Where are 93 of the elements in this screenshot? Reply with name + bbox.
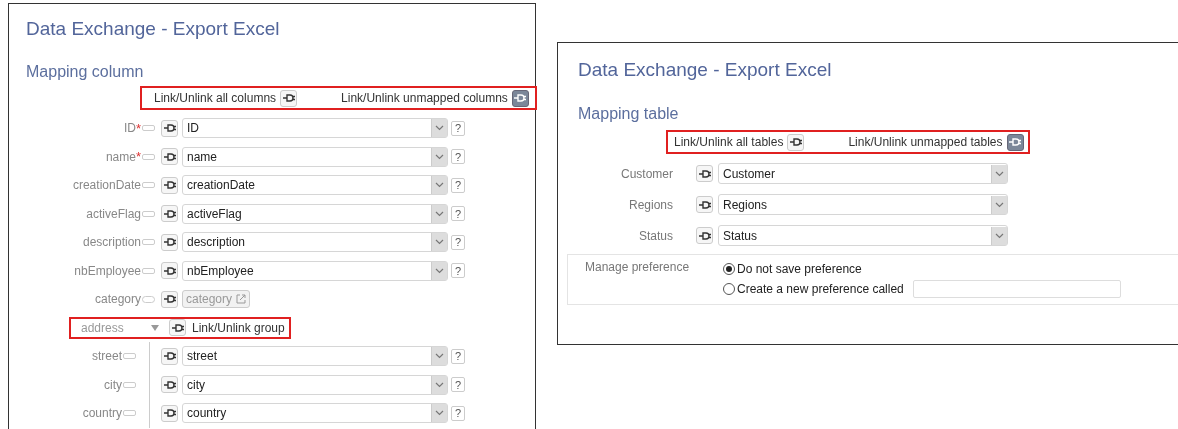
external-link-icon (236, 294, 247, 305)
caret-icon (431, 119, 447, 138)
expand-icon[interactable] (151, 324, 159, 331)
required-mark: * (135, 149, 141, 165)
column-select[interactable]: ID (182, 118, 448, 139)
help-button[interactable]: ? (451, 206, 465, 222)
table-select[interactable]: Status (718, 225, 1008, 246)
help-button[interactable]: ? (451, 234, 465, 250)
caret-icon (431, 347, 447, 366)
caret-icon (431, 204, 447, 223)
column-select[interactable]: street (182, 346, 448, 367)
tag-icon (123, 410, 136, 417)
field-label: category (94, 292, 141, 307)
help-button[interactable]: ? (451, 177, 465, 193)
tag-icon (142, 125, 155, 132)
plug-icon (282, 93, 295, 103)
plug-icon (698, 230, 711, 241)
plug-icon (163, 351, 176, 362)
caret-icon (991, 226, 1007, 245)
tag-icon (123, 353, 136, 360)
help-button[interactable]: ? (451, 405, 465, 421)
table-label: Customer (620, 166, 673, 181)
caret-icon (431, 261, 447, 280)
tag-icon (142, 267, 155, 274)
column-select[interactable]: nbEmployee (182, 260, 448, 281)
table-label: Status (637, 228, 673, 243)
plug-icon (163, 180, 176, 191)
field-label: description (82, 235, 141, 250)
tag-icon (142, 210, 155, 217)
plug-icon (163, 237, 176, 248)
plug-icon (163, 265, 176, 276)
tag-icon (142, 239, 155, 246)
field-label: nbEmployee (74, 263, 141, 278)
tag-icon (142, 182, 155, 189)
plug-icon (1009, 137, 1021, 147)
required-mark: * (135, 120, 141, 136)
field-label: ID (123, 121, 136, 136)
plug-icon (163, 294, 176, 305)
column-select[interactable]: country (182, 403, 448, 424)
plug-icon (698, 199, 711, 210)
field-label: street (92, 349, 122, 364)
panel-title: Data Exchange - Export Excel (26, 18, 281, 40)
field-label: creationDate (72, 178, 141, 193)
plug-icon (789, 137, 802, 147)
field-label: city (104, 377, 122, 392)
section-title: Mapping table (578, 105, 680, 123)
panel-title: Data Exchange - Export Excel (578, 59, 833, 81)
toolbar-label: Link/Unlink unmapped tables (848, 135, 1003, 149)
caret-icon (431, 375, 447, 394)
section-title: Mapping column (26, 63, 145, 81)
group-label: address (81, 320, 125, 335)
preference-name-field[interactable] (912, 280, 1121, 298)
caret-icon (431, 176, 447, 195)
help-button[interactable]: ? (451, 120, 465, 136)
plug-icon (698, 168, 711, 179)
table-select[interactable]: Customer (718, 163, 1008, 184)
toolbar-label: Link/Unlink unmapped columns (341, 91, 508, 105)
field-label: name (105, 149, 136, 164)
caret-icon (431, 233, 447, 252)
caret-icon (991, 164, 1007, 183)
radio-label: Create a new preference called (737, 282, 904, 296)
plug-button[interactable] (511, 89, 529, 107)
column-select[interactable]: creationDate (182, 175, 448, 196)
group-action-label: Link/Unlink group (192, 320, 285, 335)
plug-icon (163, 379, 176, 390)
plug-icon (163, 151, 176, 162)
help-button[interactable]: ? (451, 263, 465, 279)
plug-icon (514, 93, 527, 103)
tag-icon (142, 153, 155, 160)
field-label: activeFlag (86, 206, 141, 221)
help-button[interactable]: ? (451, 377, 465, 393)
plug-button[interactable] (1006, 133, 1024, 151)
column-select[interactable]: name (182, 146, 448, 167)
plug-icon (163, 208, 176, 219)
tag-icon (123, 381, 136, 388)
caret-icon (431, 147, 447, 166)
plug-icon (163, 408, 176, 419)
table-select[interactable]: Regions (718, 194, 1008, 215)
preference-label: Manage preference (585, 260, 691, 276)
caret-icon (431, 404, 447, 423)
plug-icon (163, 123, 176, 134)
field-label: country (82, 406, 122, 421)
caret-icon (991, 195, 1007, 214)
help-button[interactable]: ? (451, 348, 465, 364)
toolbar-label: Link/Unlink all tables (674, 135, 784, 149)
radio-label: Do not save preference (737, 262, 862, 276)
toolbar-label: Link/Unlink all columns (154, 91, 277, 105)
help-button[interactable]: ? (451, 149, 465, 165)
column-select[interactable]: activeFlag (182, 203, 448, 224)
table-label: Regions (627, 197, 673, 212)
column-select[interactable]: city (182, 374, 448, 395)
plug-icon (171, 322, 184, 333)
column-select[interactable]: description (182, 232, 448, 253)
